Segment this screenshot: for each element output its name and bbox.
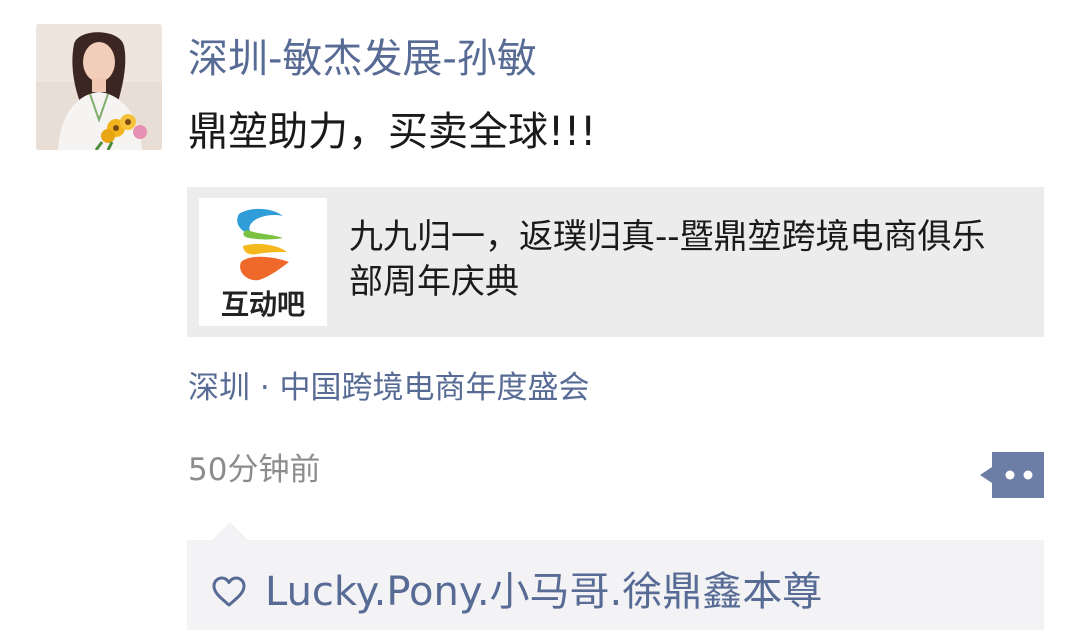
like-panel-pointer: [212, 522, 248, 540]
avatar[interactable]: [36, 24, 162, 150]
profile-photo: [36, 24, 162, 150]
logo-text: 互动吧: [220, 288, 305, 321]
post-time: 50分钟前: [188, 452, 321, 488]
liked-by-names[interactable]: Lucky.Pony.小马哥.徐鼎鑫本尊: [265, 566, 822, 618]
hands-logo-icon: [237, 208, 289, 281]
moments-post: 深圳-敏杰发展-孙敏 鼎堃助力，买卖全球!!! 互动吧 九九归一，返璞归真--暨…: [0, 0, 1080, 630]
likes-panel: Lucky.Pony.小马哥.徐鼎鑫本尊: [187, 540, 1044, 630]
more-actions-button[interactable]: [976, 452, 1044, 498]
shared-link-card[interactable]: 互动吧 九九归一，返璞归真--暨鼎堃跨境电商俱乐部周年庆典: [187, 187, 1044, 337]
author-name[interactable]: 深圳-敏杰发展-孙敏: [188, 30, 537, 88]
location-link[interactable]: 深圳 · 中国跨境电商年度盛会: [188, 366, 590, 410]
shared-link-title: 九九归一，返璞归真--暨鼎堃跨境电商俱乐部周年庆典: [349, 217, 986, 302]
heart-outline-icon: [212, 576, 246, 607]
post-text: 鼎堃助力，买卖全球!!!: [188, 109, 597, 155]
more-dots-icon: [980, 452, 1044, 498]
share-thumbnail: 互动吧: [199, 198, 327, 326]
